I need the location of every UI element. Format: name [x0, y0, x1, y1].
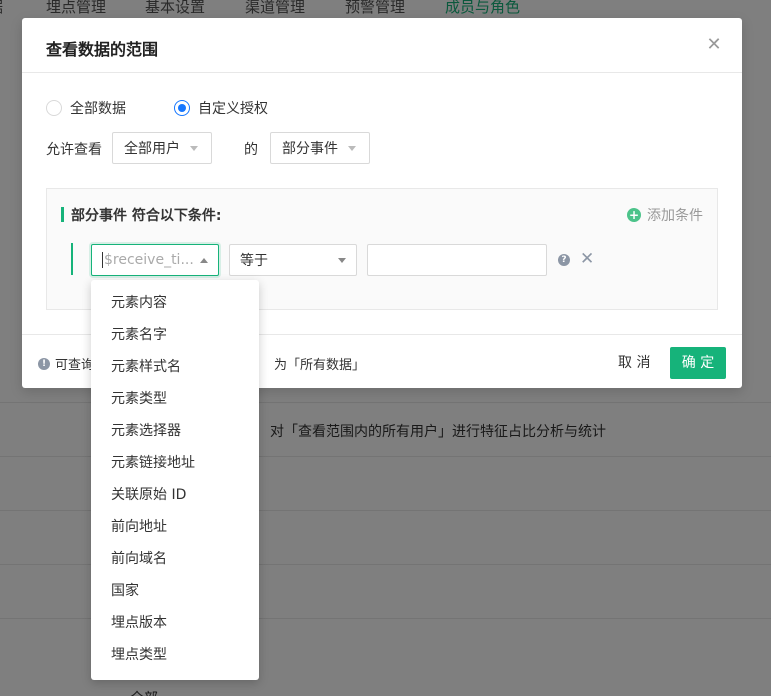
radio-circle-checked[interactable]	[174, 100, 190, 116]
select-value: 部分事件	[282, 141, 338, 157]
help-icon[interactable]: ?	[558, 254, 570, 266]
dropdown-item[interactable]: 埋点类型	[91, 639, 259, 671]
chevron-down-icon	[338, 257, 346, 263]
dropdown-item[interactable]: 元素类型	[91, 383, 259, 415]
confirm-button[interactable]: 确 定	[670, 347, 726, 379]
radio-label: 全部数据	[70, 101, 126, 117]
condition-value-input[interactable]	[367, 244, 547, 276]
cancel-button[interactable]: 取 消	[608, 347, 660, 379]
condition-bar	[71, 243, 73, 275]
radio-all-data[interactable]: 全部数据	[46, 98, 126, 118]
dropdown-item[interactable]: 元素名字	[91, 319, 259, 351]
condition-title: 部分事件 符合以下条件:	[61, 205, 221, 225]
add-condition-label: 添加条件	[647, 208, 703, 224]
allow-row: 允许查看 全部用户 的 部分事件	[46, 132, 686, 164]
dropdown-item[interactable]: 元素选择器	[91, 415, 259, 447]
operator-value: 等于	[240, 253, 268, 269]
footer-text-end: 为「所有数据」	[274, 358, 366, 373]
dropdown-item[interactable]: 埋点版本	[91, 607, 259, 639]
radio-circle[interactable]	[46, 100, 62, 116]
dropdown-item[interactable]: 元素样式名	[91, 351, 259, 383]
dropdown-item[interactable]: 元素链接地址	[91, 447, 259, 479]
modal-header: 查看数据的范围 ✕	[22, 18, 742, 73]
chevron-down-icon	[348, 145, 356, 151]
operator-select[interactable]: 等于	[229, 244, 357, 276]
plus-circle-icon: +	[627, 208, 641, 222]
dropdown-item[interactable]: 国家	[91, 575, 259, 607]
dropdown-item[interactable]: 元素内容	[91, 287, 259, 319]
dropdown-item[interactable]: 关联原始 ID	[91, 479, 259, 511]
close-icon[interactable]: ✕	[706, 34, 722, 56]
property-placeholder: $receive_ti...	[102, 252, 200, 268]
dropdown-item[interactable]: 前向地址	[91, 511, 259, 543]
allow-label: 允许查看	[46, 142, 102, 158]
add-condition-button[interactable]: + 添加条件	[627, 205, 703, 225]
dropdown-item[interactable]: 前向域名	[91, 543, 259, 575]
radio-custom-auth[interactable]: 自定义授权	[174, 98, 268, 118]
property-select[interactable]: $receive_ti...	[91, 244, 219, 276]
event-scope-select[interactable]: 部分事件	[270, 132, 370, 164]
remove-condition-icon[interactable]: ✕	[580, 249, 594, 269]
chevron-down-icon	[190, 145, 198, 151]
chevron-up-icon	[200, 257, 208, 263]
radio-label: 自定义授权	[198, 101, 268, 117]
connector-label: 的	[244, 142, 258, 158]
property-dropdown: 元素内容 元素名字 元素样式名 元素类型 元素选择器 元素链接地址 关联原始 I…	[91, 280, 259, 680]
modal-title: 查看数据的范围	[46, 40, 159, 59]
user-scope-select[interactable]: 全部用户	[112, 132, 212, 164]
footer-text-start: 可查询	[55, 358, 95, 373]
select-value: 全部用户	[124, 141, 180, 157]
info-icon: !	[38, 357, 50, 370]
